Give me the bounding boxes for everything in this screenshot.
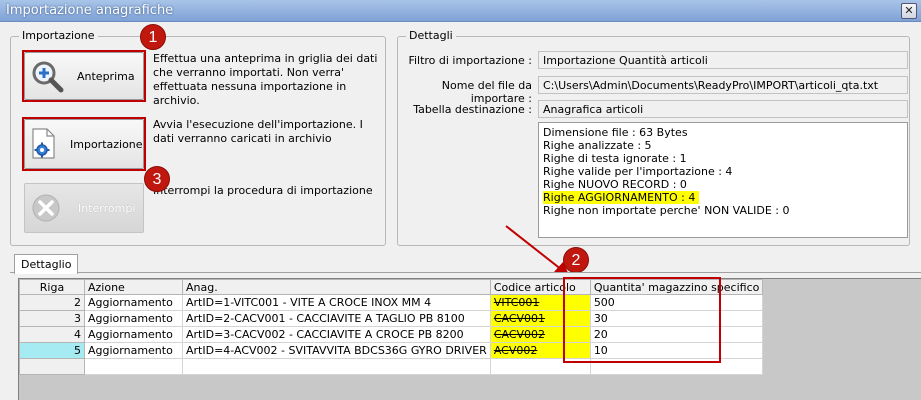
column-header-riga[interactable]: Riga — [19, 279, 85, 295]
azione-cell: Aggiornamento — [84, 294, 183, 311]
close-button[interactable]: ✕ — [901, 3, 917, 19]
empty-cell — [84, 358, 183, 375]
window-title: Importazione anagrafiche — [6, 3, 174, 18]
interrompi-description: Interrompi la procedura di importazione — [153, 184, 373, 197]
file-field: C:\Users\Admin\Documents\ReadyPro\IMPORT… — [538, 76, 908, 94]
riga-cell: 3 — [19, 310, 85, 327]
column-header-azione[interactable]: Azione — [84, 279, 183, 295]
stat-line: Righe valide per l'importazione : 4 — [543, 165, 733, 178]
stat-line-highlighted: Righe AGGIORNAMENTO : 4 — [543, 191, 700, 204]
riga-cell: 2 — [19, 294, 85, 311]
quantita-column-highlight — [563, 277, 721, 363]
anag-cell: ArtID=2-CACV001 - CACCIAVITE A TAGLIO PB… — [182, 310, 491, 327]
interrompi-button[interactable]: Interrompi — [24, 183, 144, 233]
stat-line: Dimensione file : 63 Bytes — [543, 126, 688, 139]
riga-cell-empty — [19, 358, 85, 375]
dettagli-legend: Dettagli — [406, 29, 456, 42]
stat-line: Righe di testa ignorate : 1 — [543, 152, 687, 165]
azione-cell: Aggiornamento — [84, 326, 183, 343]
title-bar: Importazione anagrafiche ✕ — [0, 0, 921, 22]
stats-memo: Dimensione file : 63 Bytes Righe analizz… — [538, 122, 908, 238]
stat-line: Righe NUOVO RECORD : 0 — [543, 178, 687, 191]
riga-cell: 4 — [19, 326, 85, 343]
anteprima-highlight — [22, 50, 146, 102]
tabella-field: Anagrafica articoli — [538, 100, 908, 118]
importazione-description: Avvia l'esecuzione dell'importazione. I … — [153, 118, 363, 145]
anag-cell: ArtID=1-VITC001 - VITE A CROCE INOX MM 4 — [182, 294, 491, 311]
azione-cell: Aggiornamento — [84, 310, 183, 327]
tabella-label: Tabella destinazione : — [413, 103, 532, 116]
importazione-legend: Importazione — [19, 29, 98, 42]
importazione-highlight — [22, 117, 146, 171]
anag-cell: ArtID=4-ACV002 - SVITAVVITA BDCS36G GYRO… — [182, 342, 491, 359]
filtro-label: Filtro di importazione : — [408, 54, 532, 67]
empty-cell — [182, 358, 491, 375]
column-header-anag[interactable]: Anag. — [182, 279, 491, 295]
azione-cell: Aggiornamento — [84, 342, 183, 359]
annotation-badge-1: 1 — [140, 24, 166, 50]
riga-cell: 5 — [19, 342, 85, 359]
anag-cell: ArtID=3-CACV002 - CACCIAVITE A CROCE PB … — [182, 326, 491, 343]
file-label: Nome del file da importare : — [441, 79, 532, 105]
cancel-circle-icon — [31, 193, 61, 223]
anteprima-description: Effettua una anteprima in griglia dei da… — [153, 52, 378, 107]
filtro-field: Importazione Quantità articoli — [538, 51, 908, 69]
annotation-badge-3: 3 — [144, 166, 170, 192]
stat-line: Righe non importate perche' NON VALIDE :… — [543, 204, 790, 217]
tab-dettaglio[interactable]: Dettaglio — [14, 254, 79, 274]
stat-line: Righe analizzate : 5 — [543, 139, 652, 152]
interrompi-label: Interrompi — [78, 202, 136, 215]
detail-grid[interactable]: Riga Azione Anag. Codice articolo Quanti… — [18, 278, 921, 400]
